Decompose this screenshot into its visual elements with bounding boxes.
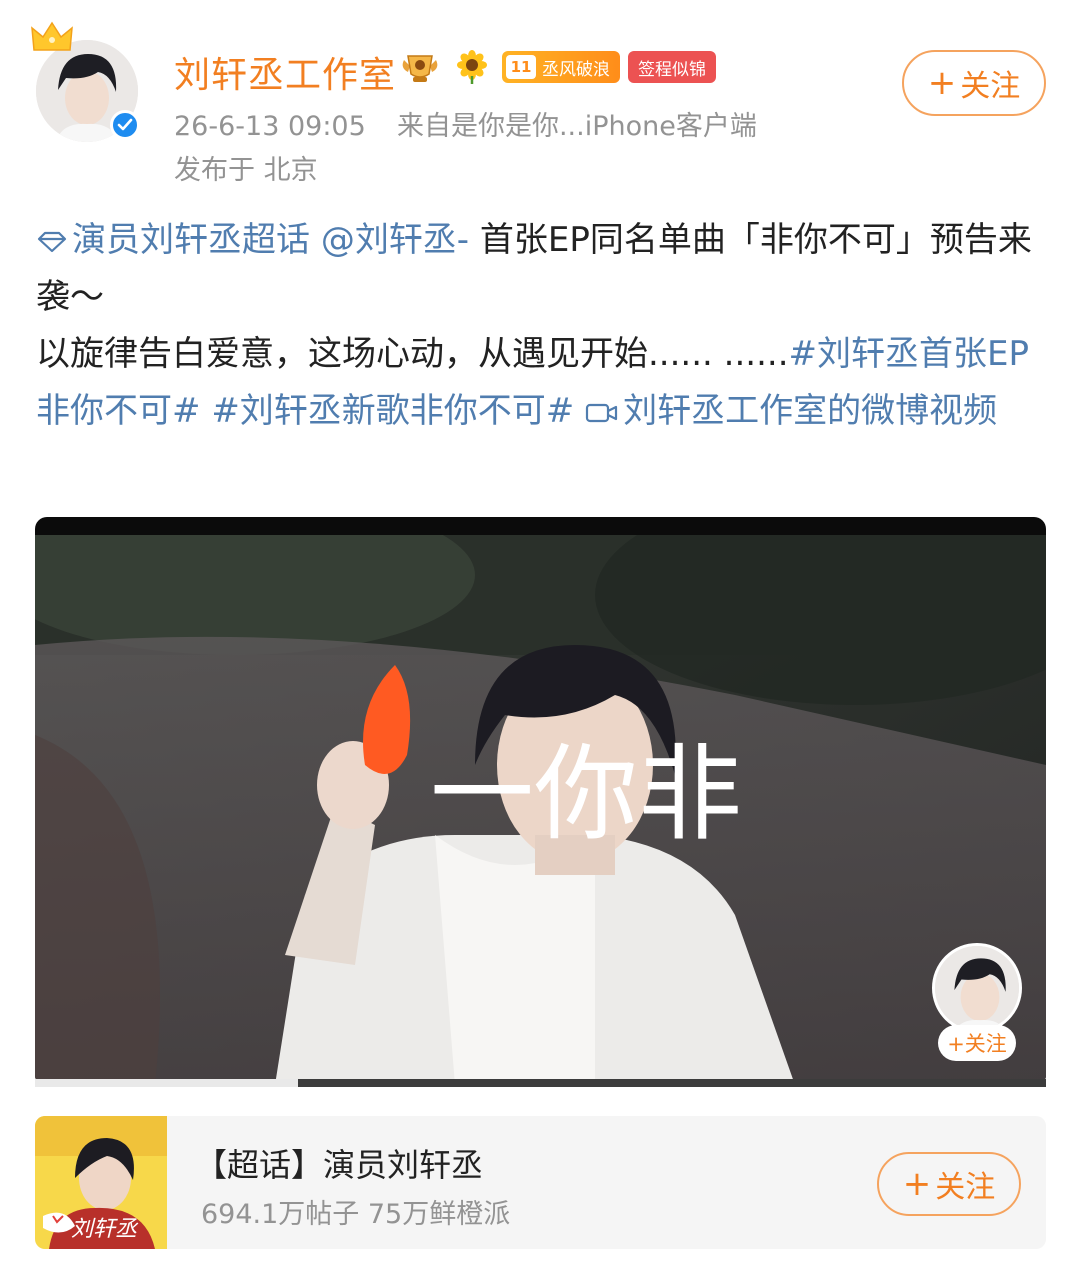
mention-link[interactable]: @刘轩丞- <box>321 220 469 260</box>
post-text-2: 以旋律告白爱意，这场心动，从遇见开始...... ...... <box>36 334 789 374</box>
video-progress-bar[interactable] <box>35 1079 1046 1087</box>
svg-text:刘轩丞: 刘轩丞 <box>71 1217 139 1242</box>
pip-follow-button[interactable]: +关注 <box>938 1025 1016 1061</box>
verified-icon <box>110 110 140 140</box>
hashtag-link-2[interactable]: #刘轩丞新歌非你不可# <box>211 391 574 431</box>
tag-badge[interactable]: 签程似锦 <box>628 51 716 83</box>
video-link-label: 刘轩丞工作室的微博视频 <box>623 391 998 431</box>
fan-badge[interactable]: 11 丞风破浪 <box>502 51 620 83</box>
supertopic-label: 演员刘轩丞超话 <box>72 220 310 260</box>
video-icon <box>586 403 618 422</box>
trophy-badge-icon[interactable] <box>398 50 442 84</box>
fan-badge-level: 11 <box>506 55 536 79</box>
post-meta: 26-6-13 09:05 来自是你是你...iPhone客户端 <box>174 104 757 143</box>
video-link[interactable]: 刘轩丞工作室的微博视频 <box>585 391 997 431</box>
post-source[interactable]: 来自是你是你...iPhone客户端 <box>397 111 757 142</box>
plus-icon: + <box>927 63 957 103</box>
crown-icon <box>31 21 73 51</box>
avatar[interactable] <box>31 21 140 142</box>
supertopic-title: 【超话】演员刘轩丞 <box>195 1146 484 1184</box>
supertopic-follow-button[interactable]: + 关注 <box>877 1152 1021 1216</box>
supertopic-thumbnail: 刘轩丞 <box>35 1116 167 1249</box>
follow-button-label: 关注 <box>960 69 1021 104</box>
diamond-icon <box>37 231 67 252</box>
video-overlay-text: 一你非 <box>430 733 742 855</box>
supertopic-link[interactable]: 演员刘轩丞超话 <box>36 220 310 260</box>
fan-badge-label: 丞风破浪 <box>542 59 610 80</box>
post-content: 演员刘轩丞超话 @刘轩丞- 首张EP同名单曲「非你不可」预告来袭～ 以旋律告白爱… <box>36 212 1046 440</box>
video-player[interactable]: 一你非 <box>35 517 1046 1087</box>
pip-avatar[interactable] <box>932 943 1022 1033</box>
plus-icon: + <box>902 1164 932 1204</box>
post-timestamp: 26-6-13 09:05 <box>174 111 366 142</box>
badge-row: 11 丞风破浪 签程似锦 <box>398 50 716 84</box>
svg-text:一你非: 一你非 <box>430 733 742 855</box>
video-progress-played <box>35 1079 298 1087</box>
supertopic-card[interactable]: 刘轩丞 【超话】演员刘轩丞 694.1万帖子 75万鲜橙派 + 关注 <box>35 1116 1046 1249</box>
follow-button[interactable]: + 关注 <box>902 50 1046 116</box>
supertopic-follow-label: 关注 <box>935 1170 996 1205</box>
account-name[interactable]: 刘轩丞工作室 <box>174 46 396 98</box>
supertopic-stats: 694.1万帖子 75万鲜橙派 <box>201 1199 511 1230</box>
sunflower-icon[interactable] <box>450 50 494 84</box>
post-location: 发布于 北京 <box>174 155 318 186</box>
